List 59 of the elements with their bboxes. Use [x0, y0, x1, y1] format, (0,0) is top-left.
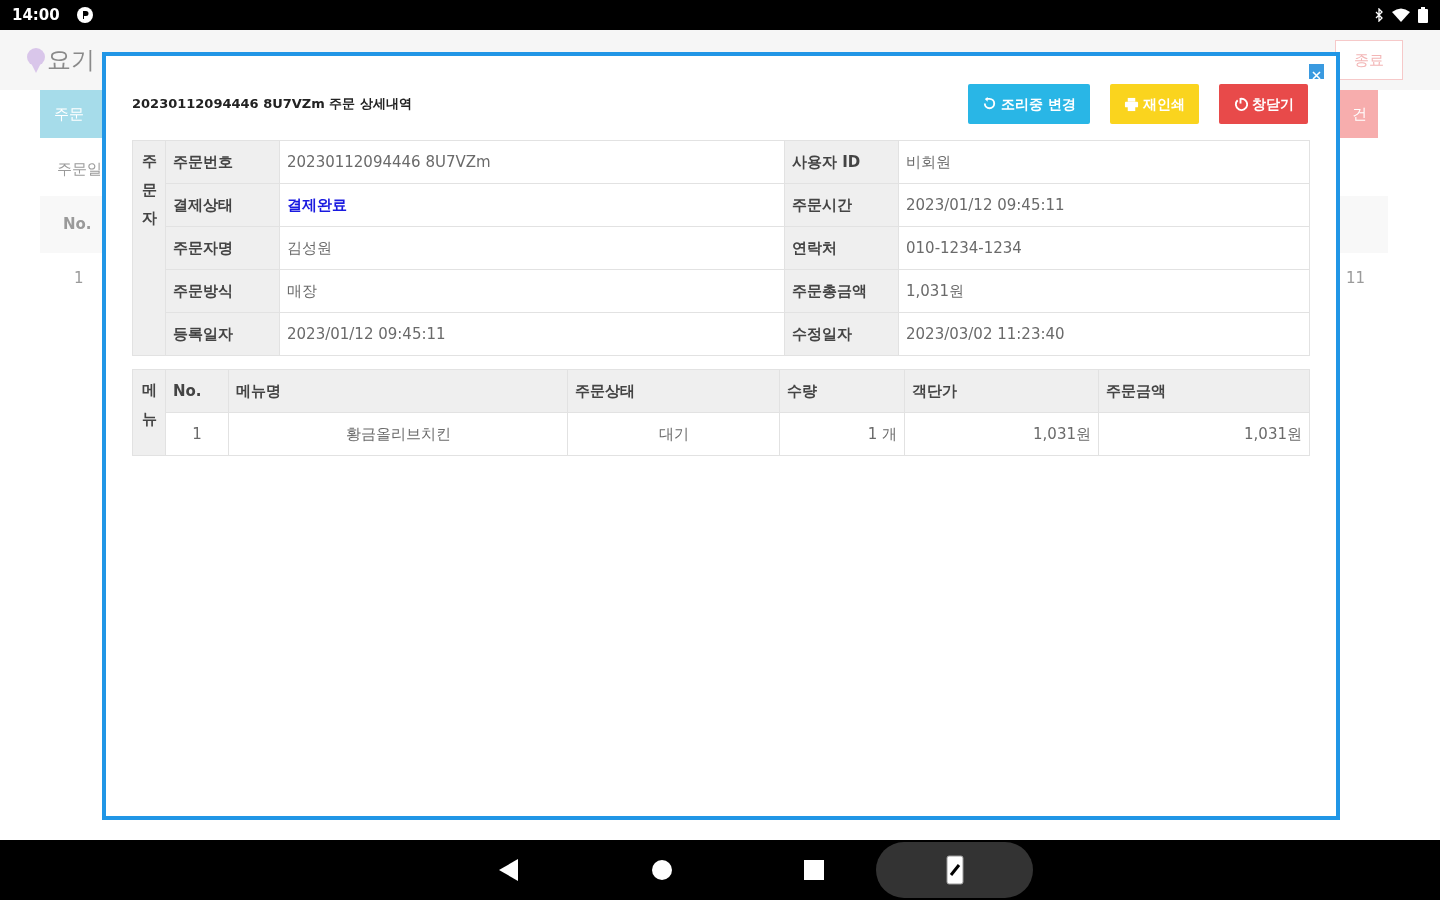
table-cell: 대기: [567, 412, 780, 456]
column-header: 메뉴명: [228, 369, 568, 413]
field-value: 결제완료: [279, 183, 785, 227]
field-label: 주문자명: [165, 226, 280, 270]
group-label: 메뉴: [141, 380, 157, 430]
table-cell: 1: [165, 412, 229, 456]
table-cell: 1,031원: [1098, 412, 1310, 456]
field-label: 주문번호: [165, 140, 280, 184]
phone-icon[interactable]: [945, 855, 964, 885]
table-cell: 황금올리브치킨: [228, 412, 568, 456]
field-value: 20230112094446 8U7VZm: [279, 140, 785, 184]
field-value: 김성원: [279, 226, 785, 270]
bluetooth-icon: [1374, 8, 1384, 22]
field-label: 주문총금액: [784, 269, 899, 313]
column-header: 주문상태: [567, 369, 780, 413]
table-cell-text: 1: [74, 267, 84, 289]
column-header: No.: [165, 369, 229, 413]
field-value: 2023/03/02 11:23:40: [898, 312, 1310, 356]
search-button[interactable]: 건: [1340, 90, 1378, 138]
action-button[interactable]: 조리중 변경: [968, 84, 1090, 124]
field-label: 연락처: [784, 226, 899, 270]
logo-text: 요기: [47, 45, 95, 76]
field-label: 주문방식: [165, 269, 280, 313]
field-label: 수정일자: [784, 312, 899, 356]
column-header: 주문금액: [1098, 369, 1310, 413]
home-icon[interactable]: [652, 860, 672, 880]
refresh-icon: [982, 96, 998, 112]
field-value: 2023/01/12 09:45:11: [898, 183, 1310, 227]
power-icon: [1233, 96, 1248, 112]
modal-title: 20230112094446 8U7VZm 주문 상세내역: [132, 95, 412, 114]
filter-label: 주문일: [57, 160, 102, 178]
field-label: 사용자 ID: [784, 140, 899, 184]
column-header: 수량: [779, 369, 905, 413]
table-cell: 1 개: [779, 412, 905, 456]
field-label: 결제상태: [165, 183, 280, 227]
column-header: 객단가: [904, 369, 1099, 413]
field-value: 2023/01/12 09:45:11: [279, 312, 785, 356]
field-value: 비회원: [898, 140, 1310, 184]
field-label: 주문시간: [784, 183, 899, 227]
tab[interactable]: 주문: [40, 90, 102, 138]
battery-icon: [1418, 7, 1428, 23]
logo-icon: [25, 47, 47, 73]
field-value: 1,031원: [898, 269, 1310, 313]
notification-icon: [75, 6, 94, 24]
table-cell-text: 11: [1345, 267, 1365, 289]
group-label: 주문자: [141, 151, 157, 229]
printer-icon: [1124, 96, 1139, 112]
action-button[interactable]: 창닫기: [1219, 84, 1308, 124]
end-button[interactable]: 종료: [1335, 39, 1403, 81]
back-icon[interactable]: [499, 859, 519, 881]
field-label: 등록일자: [165, 312, 280, 356]
status-time: 14:00: [12, 4, 60, 26]
table-cell: 1,031원: [904, 412, 1099, 456]
wifi-icon: [1392, 8, 1410, 22]
action-button[interactable]: 재인쇄: [1110, 84, 1199, 124]
column-header: No.: [63, 213, 92, 235]
close-button[interactable]: [1309, 64, 1324, 79]
field-value: 매장: [279, 269, 785, 313]
field-value: 010-1234-1234: [898, 226, 1310, 270]
